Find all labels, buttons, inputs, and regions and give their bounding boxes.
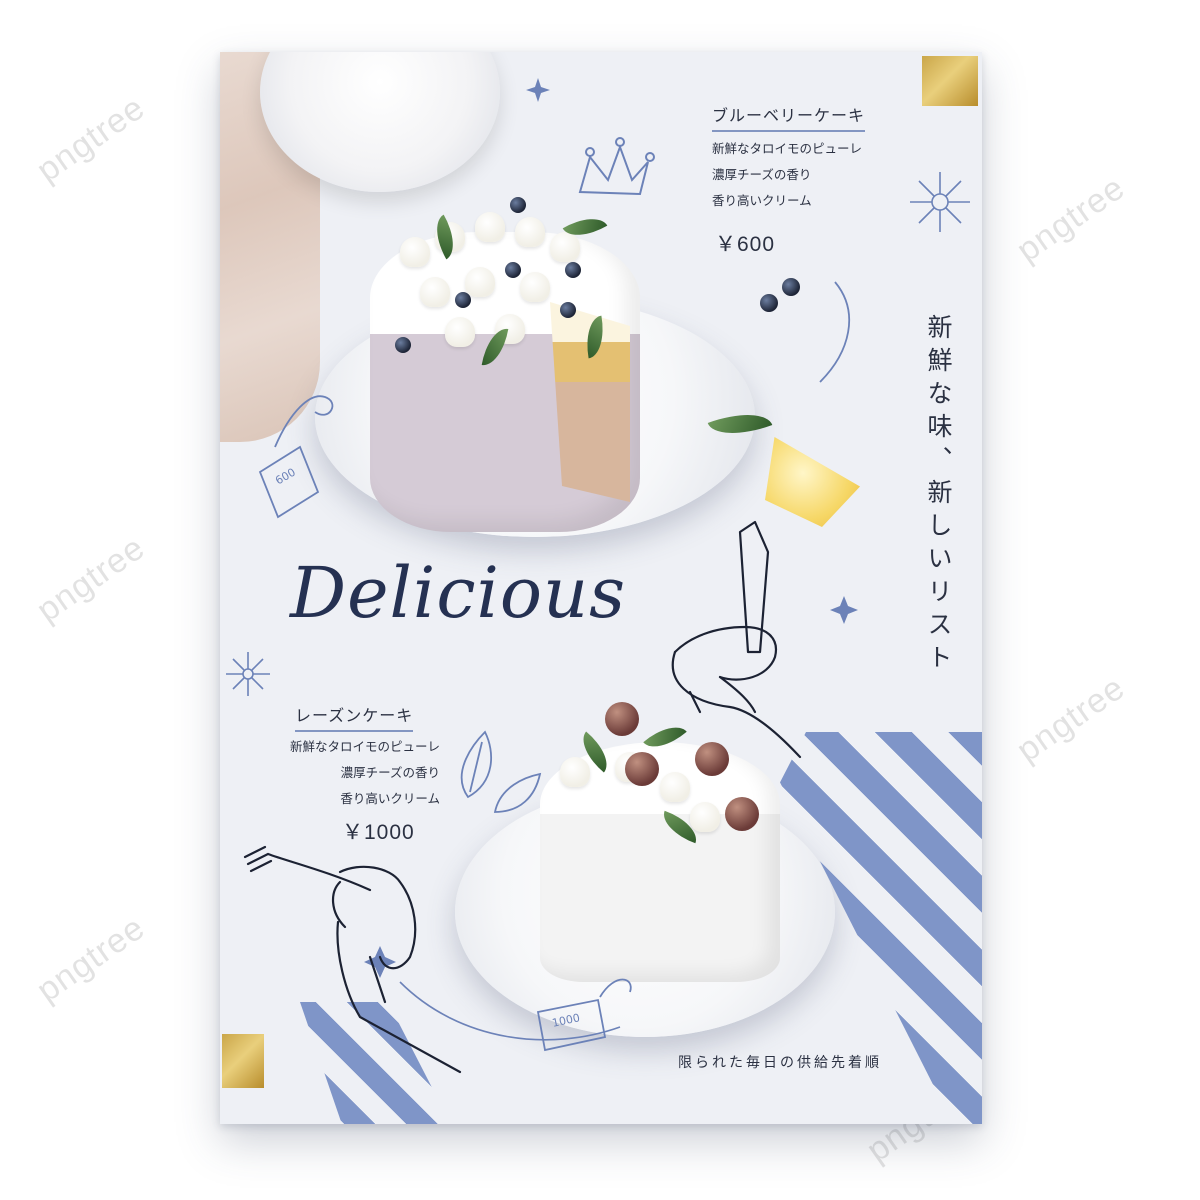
feature-item: 香り高いクリーム — [340, 791, 440, 806]
feature-item: 濃厚チーズの香り — [712, 167, 812, 182]
flower-doodle-icon — [830, 596, 858, 624]
cake1-feature-list: 新鮮なタロイモのピューレ 濃厚チーズの香り 香り高いクリーム — [712, 136, 862, 214]
watermark: pngtree — [29, 88, 152, 190]
flower-doodle-icon — [910, 172, 970, 232]
headline: Delicious — [290, 552, 627, 634]
watermark: pngtree — [1009, 168, 1132, 270]
cake2-price: ￥1000 — [342, 821, 415, 844]
menu-poster: Delicious ブルーベリーケーキ 新鮮なタロイモのピューレ 濃厚チーズの香… — [220, 52, 982, 1124]
watermark: pngtree — [29, 528, 152, 630]
price-tag-doodle — [258, 395, 334, 519]
hand-with-fork-drawing — [243, 845, 462, 1074]
feature-item: 新鮮なタロイモのピューレ — [289, 739, 440, 754]
cake2-name: レーズンケーキ — [295, 702, 414, 732]
vertical-tagline: 新鮮な味、新しいリスト — [924, 314, 953, 677]
feature-item: 新鮮なタロイモのピューレ — [712, 141, 863, 156]
flower-doodle-icon — [526, 78, 550, 102]
feature-item: 香り高いクリーム — [712, 193, 812, 208]
cake2-feature-list: 新鮮なタロイモのピューレ 濃厚チーズの香り 香り高いクリーム — [265, 734, 440, 812]
feature-item: 濃厚チーズの香り — [340, 765, 440, 780]
flower-doodle-icon — [364, 946, 396, 978]
watermark: pngtree — [1009, 668, 1132, 770]
swoosh-doodle — [399, 981, 621, 1041]
cake1-price: ￥600 — [715, 233, 776, 256]
cake1-name: ブルーベリーケーキ — [712, 102, 866, 132]
flower-doodle-icon — [226, 652, 270, 696]
hand-with-knife-drawing — [671, 520, 802, 759]
swoosh-doodle — [819, 281, 851, 383]
footer-note: 限られた毎日の供給先着順 — [678, 1055, 882, 1071]
leaf-doodle-icon — [460, 730, 542, 813]
crown-icon — [578, 137, 655, 196]
watermark: pngtree — [29, 908, 152, 1010]
